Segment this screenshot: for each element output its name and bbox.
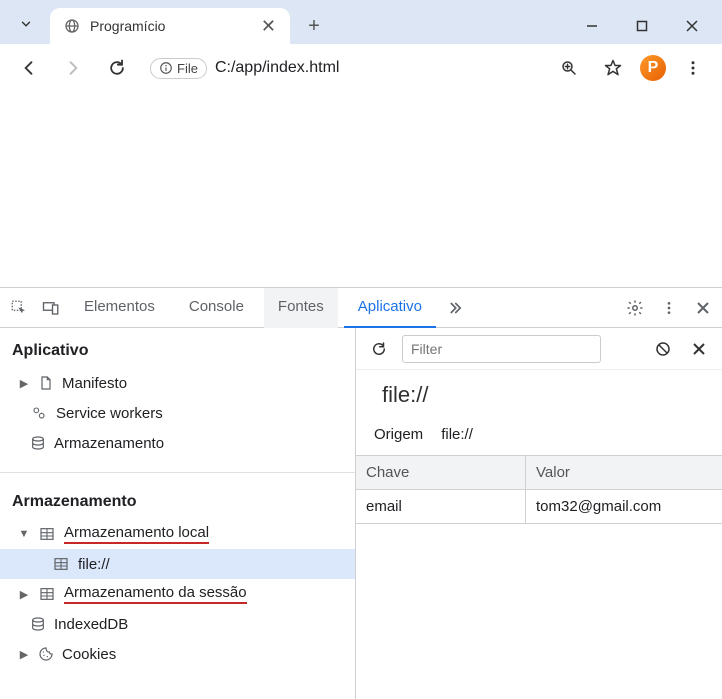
database-icon [30,616,46,632]
close-window-button[interactable] [682,16,702,36]
tab-search-button[interactable] [8,6,44,42]
sidebar-item-indexeddb[interactable]: IndexedDB [0,609,355,639]
refresh-button[interactable] [366,336,392,362]
sidebar-item-service-workers[interactable]: Service workers [0,398,355,428]
info-icon [159,61,173,75]
browser-tab[interactable]: Programício ✕ [50,8,290,44]
forward-button[interactable] [56,51,90,85]
extension-icon[interactable]: P [640,55,666,81]
device-toolbar-icon[interactable] [38,295,64,321]
filter-input[interactable] [402,335,601,363]
table-icon [52,556,70,572]
tab-title: Programício [90,18,247,34]
minimize-button[interactable] [582,16,602,36]
browser-toolbar: File C:/app/index.html P [0,44,722,92]
tab-elements[interactable]: Elementos [70,288,169,328]
protocol-pill[interactable]: File [150,58,207,79]
devtools-menu-button[interactable] [656,295,682,321]
sidebar-item-session-storage[interactable]: ▶ Armazenamento da sessão [0,579,355,609]
url-text: C:/app/index.html [215,59,340,77]
tab-close-button[interactable]: ✕ [257,16,280,37]
sidebar-item-cookies[interactable]: ▶ Cookies [0,639,355,669]
sidebar-item-storage[interactable]: Armazenamento [0,428,355,458]
window-controls [582,16,710,36]
reload-button[interactable] [100,51,134,85]
settings-icon[interactable] [622,295,648,321]
table-header-row: Chave Valor [356,456,722,490]
devtools-tabbar: Elementos Console Fontes Aplicativo [0,288,722,328]
sidebar-item-label: Armazenamento local [64,524,209,544]
globe-icon [64,18,80,34]
application-sidebar: Aplicativo ▶ Manifesto Service workers A… [0,328,356,699]
page-content [0,92,722,287]
origin-title: file:// [382,382,704,408]
sidebar-item-label: Manifesto [62,375,127,392]
column-header-key[interactable]: Chave [356,456,526,489]
tab-application[interactable]: Aplicativo [344,288,436,328]
table-icon [38,526,56,542]
database-icon [30,435,46,451]
sidebar-item-local-storage[interactable]: ▼ Armazenamento local [0,519,355,549]
sidebar-item-label: file:// [78,556,110,573]
section-storage: Armazenamento [0,479,355,519]
cell-value[interactable]: tom32@gmail.com [526,490,722,523]
origin-label: Origem [374,426,423,443]
storage-table: Chave Valor email tom32@gmail.com [356,455,722,524]
delete-selected-button[interactable] [686,336,712,362]
inspect-icon[interactable] [6,295,32,321]
sidebar-item-label: Armazenamento da sessão [64,584,247,604]
table-row[interactable]: email tom32@gmail.com [356,490,722,523]
maximize-button[interactable] [632,16,652,36]
devtools-body: Aplicativo ▶ Manifesto Service workers A… [0,328,722,699]
tab-console[interactable]: Console [175,288,258,328]
bookmark-button[interactable] [596,51,630,85]
new-tab-button[interactable]: + [298,10,330,42]
gears-icon [30,405,48,421]
sidebar-item-label: Service workers [56,405,163,422]
zoom-button[interactable] [552,51,586,85]
cell-key[interactable]: email [356,490,526,523]
devtools-panel: Elementos Console Fontes Aplicativo Apli… [0,287,722,699]
sidebar-item-label: IndexedDB [54,616,128,633]
column-header-value[interactable]: Valor [526,456,722,489]
file-icon [38,374,54,392]
storage-toolbar [356,328,722,370]
chevron-down-icon [19,17,33,31]
origin-value: file:// [441,426,473,443]
back-button[interactable] [12,51,46,85]
sidebar-item-label: Cookies [62,646,116,663]
sidebar-item-local-storage-origin[interactable]: file:// [0,549,355,579]
sidebar-item-label: Armazenamento [54,435,164,452]
tab-sources[interactable]: Fontes [264,288,338,328]
close-devtools-button[interactable] [690,295,716,321]
clear-all-button[interactable] [650,336,676,362]
more-tabs-button[interactable] [442,295,468,321]
section-application: Aplicativo [0,328,355,368]
sidebar-item-manifest[interactable]: ▶ Manifesto [0,368,355,398]
application-main: file:// Origem file:// Chave Valor email… [356,328,722,699]
window-titlebar: Programício ✕ + [0,0,722,44]
cookie-icon [38,646,54,662]
protocol-label: File [177,61,198,76]
browser-menu-button[interactable] [676,51,710,85]
table-icon [38,586,56,602]
address-bar[interactable]: File C:/app/index.html [150,51,536,85]
origin-block: file:// Origem file:// [356,370,722,455]
